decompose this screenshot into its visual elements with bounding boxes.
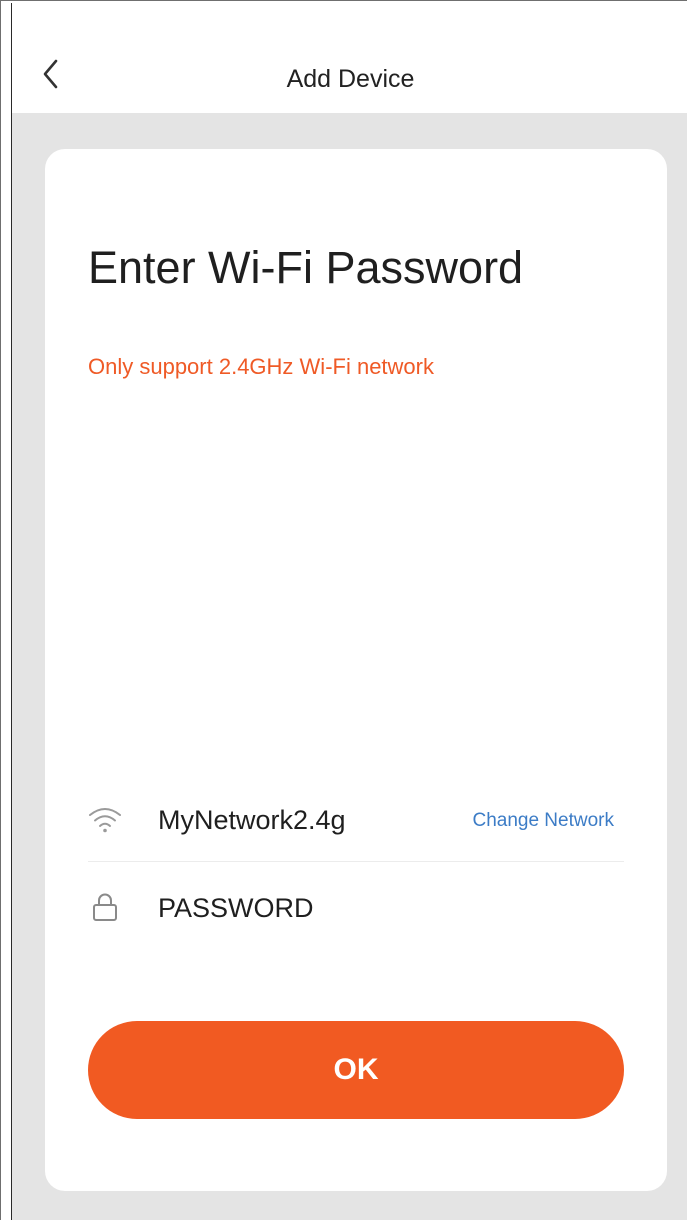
password-input[interactable]: PASSWORD: [158, 891, 314, 925]
wifi-icon: [89, 808, 121, 833]
card-heading: Enter Wi-Fi Password: [88, 242, 524, 293]
network-name: MyNetwork2.4g: [158, 805, 346, 835]
frequency-warning: Only support 2.4GHz Wi-Fi network: [88, 354, 434, 379]
ok-button[interactable]: OK: [88, 1021, 624, 1119]
screenshot-frame: Add Device Enter Wi-Fi Password Only sup…: [0, 0, 687, 1220]
navigation-bar: Add Device: [12, 3, 687, 113]
content-area: Enter Wi-Fi Password Only support 2.4GHz…: [12, 113, 687, 1220]
wifi-password-card: Enter Wi-Fi Password Only support 2.4GHz…: [45, 149, 667, 1191]
page-title: Add Device: [286, 65, 415, 93]
change-network-link[interactable]: Change Network: [472, 809, 614, 833]
app-screen: Add Device Enter Wi-Fi Password Only sup…: [11, 3, 687, 1220]
password-row[interactable]: PASSWORD: [88, 877, 624, 937]
lock-icon: [93, 893, 117, 921]
field-divider: [88, 861, 624, 862]
network-row: MyNetwork2.4g Change Network: [88, 789, 624, 849]
